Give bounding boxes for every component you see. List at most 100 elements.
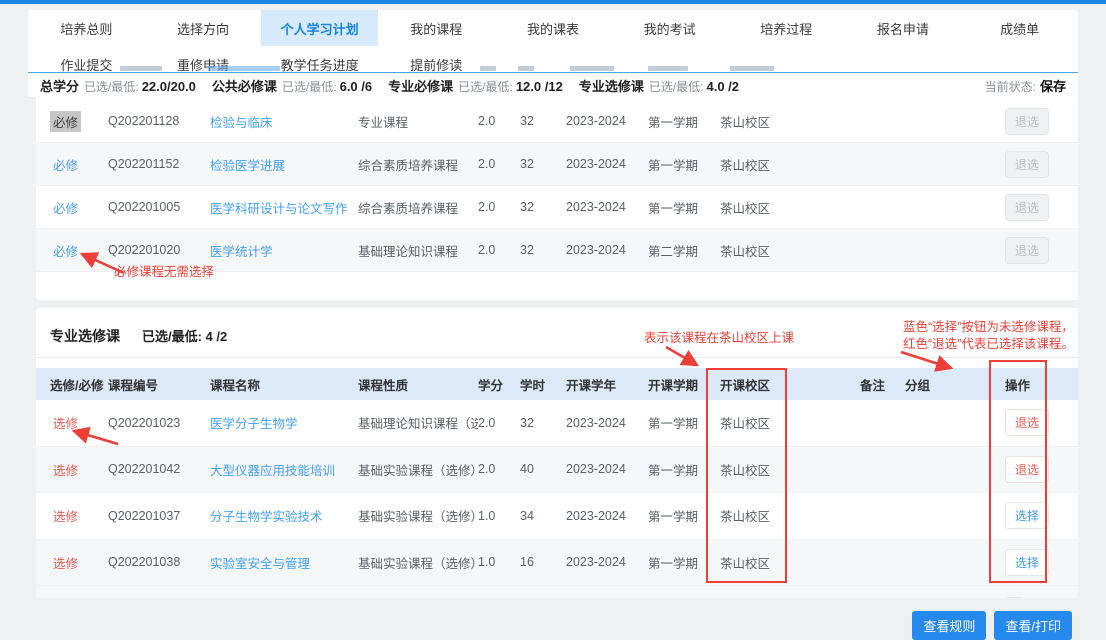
course-type: 必修	[53, 158, 79, 173]
course-action-button[interactable]: 退选	[1005, 193, 1050, 221]
course-year: 2023-2024	[566, 243, 626, 257]
course-campus: 茶山校区	[720, 510, 771, 525]
summary-public-required: 公共必修课 已选/最低: 6.0 /6	[211, 79, 373, 94]
summary-major-required: 专业必修课 已选/最低: 12.0 /12	[388, 79, 563, 94]
col-header-action: 操作	[1005, 378, 1031, 393]
course-code: Q202201020	[108, 243, 181, 257]
course-name-link[interactable]: 医学科研设计与论文写作	[210, 198, 358, 217]
course-campus: 茶山校区	[720, 463, 771, 478]
col-header-type: 选修/必修	[50, 378, 104, 393]
course-code: Q202201042	[108, 462, 181, 477]
course-type: 必修	[50, 110, 82, 132]
course-action-button[interactable]: 退选	[1005, 107, 1050, 135]
course-hours: 32	[520, 200, 534, 214]
course-term: 第一学期	[648, 510, 699, 525]
course-action-button[interactable]: 选择	[1005, 548, 1050, 576]
course-name-link[interactable]: 实验室安全与管理	[210, 553, 358, 572]
course-credit: 2.0	[478, 200, 496, 214]
course-row: 必修 Q202201128 检验与临床 专业课程 2.0 32 2023-202…	[36, 100, 1078, 143]
course-type: 选修	[53, 556, 79, 571]
course-year: 2023-2024	[566, 157, 626, 171]
course-row: 选修 Q202201042 大型仪器应用技能培训 基础实验课程（选修） 2.0 …	[36, 446, 1078, 493]
course-type: 选修	[53, 417, 79, 432]
credit-summary-bar: 总学分 已选/最低: 22.0/20.0 公共必修课 已选/最低: 6.0 /6 专业必…	[28, 74, 1078, 97]
course-credit: 2.0	[478, 462, 496, 477]
section-selected-min: 已选/最低: 4 /2	[142, 329, 228, 344]
tab-registration[interactable]: 报名申请	[845, 10, 962, 46]
nav-divider	[28, 72, 1078, 73]
elective-table-header: 选修/必修 课程编号 课程名称 课程性质 学分 学时 开课学年 开课学期 开课校…	[36, 368, 1078, 400]
course-term: 第一学期	[648, 556, 699, 571]
course-credit: 2.0	[478, 157, 496, 171]
course-row: 选修 Q202201037 分子生物学实验技术 基础实验课程（选修） 1.0 3…	[36, 493, 1078, 540]
tab-choose-direction[interactable]: 选择方向	[145, 10, 262, 46]
course-name-link[interactable]: 检验医学进展	[210, 155, 358, 174]
tab-my-courses[interactable]: 我的课程	[378, 10, 495, 46]
course-nature: 综合素质培养课程	[358, 201, 459, 216]
course-name-link[interactable]: 医学分子生物学	[210, 413, 358, 432]
course-campus: 茶山校区	[720, 201, 771, 216]
course-year: 2023-2024	[566, 415, 626, 430]
course-term: 第一学期	[648, 115, 699, 130]
course-action-button[interactable]: 退选	[1005, 455, 1050, 483]
course-credit: 2.0	[478, 415, 496, 430]
summary-total-credits: 总学分 已选/最低: 22.0/20.0	[40, 79, 196, 94]
course-credit: 2.0	[478, 114, 496, 128]
tab-my-timetable[interactable]: 我的课表	[495, 10, 612, 46]
course-campus: 茶山校区	[720, 244, 771, 259]
course-name-link[interactable]: 检验与临床	[210, 112, 358, 131]
tab-personal-study-plan[interactable]: 个人学习计划	[261, 10, 378, 46]
course-name-link[interactable]: 医学统计学	[210, 241, 358, 260]
course-nature: 基础理论知识课程	[358, 244, 459, 259]
course-term: 第一学期	[648, 158, 699, 173]
course-term: 第一学期	[648, 463, 699, 478]
course-term: 第二学期	[648, 244, 699, 259]
tab-transcript[interactable]: 成绩单	[961, 10, 1078, 46]
tab-my-exams[interactable]: 我的考试	[611, 10, 728, 46]
course-code: Q202201037	[108, 508, 181, 523]
course-name-link[interactable]: 分子生物学实验技术	[210, 506, 358, 525]
course-action-button[interactable]: 退选	[1005, 236, 1050, 264]
col-header-nature: 课程性质	[358, 378, 409, 393]
required-courses-table: 必修 Q202201128 检验与临床 专业课程 2.0 32 2023-202…	[36, 96, 1078, 300]
course-credit: 1.0	[478, 555, 496, 570]
course-row: 选修 Q202201038 实验室安全与管理 基础实验课程（选修） 1.0 16…	[36, 539, 1078, 586]
col-header-credit: 学分	[478, 378, 504, 393]
course-code: Q202201152	[108, 157, 180, 171]
nav-row-1: 培养总则 选择方向 个人学习计划 我的课程 我的课表 我的考试 培养过程 报名申…	[28, 10, 1078, 46]
course-type: 选修	[53, 510, 79, 525]
course-term: 第一学期	[648, 417, 699, 432]
course-term: 第一学期	[648, 201, 699, 216]
course-row: 选修 Q202201023 医学分子生物学 基础理论知识课程（选修） 2.0 3…	[36, 400, 1078, 447]
course-nature: 基础实验课程（选修）	[358, 463, 478, 478]
course-code: Q202201005	[108, 200, 181, 214]
course-action-button[interactable]: 退选	[1005, 150, 1050, 178]
col-header-year: 开课学年	[566, 378, 617, 393]
tab-training-rules[interactable]: 培养总则	[28, 10, 145, 46]
course-action-button[interactable]: 退选	[1005, 409, 1050, 437]
col-header-name: 课程名称	[210, 378, 261, 393]
course-nature: 专业课程	[358, 115, 409, 130]
course-hours: 16	[520, 555, 534, 570]
course-action-button[interactable]: 选择	[1005, 502, 1050, 530]
tab-training-process[interactable]: 培养过程	[728, 10, 845, 46]
course-hours: 32	[520, 243, 534, 257]
course-type: 必修	[53, 201, 79, 216]
course-code: Q202201023	[108, 415, 181, 430]
course-year: 2023-2024	[566, 114, 626, 128]
course-name-link[interactable]: 大型仪器应用技能培训	[210, 460, 358, 479]
col-header-code: 课程编号	[108, 378, 159, 393]
course-nature: 基础理论知识课程（选修）	[358, 417, 478, 432]
elective-section-header: 专业选修课 已选/最低: 4 /2	[36, 308, 1078, 358]
course-year: 2023-2024	[566, 200, 626, 214]
col-header-group: 分组	[905, 378, 931, 393]
elective-courses-section: 专业选修课 已选/最低: 4 /2 选修/必修 课程编号 课程名称 课程性质 学…	[36, 308, 1078, 598]
current-status: 当前状态: 保存	[984, 79, 1066, 94]
col-header-campus: 开课校区	[720, 378, 771, 393]
course-campus: 茶山校区	[720, 417, 771, 432]
course-nature: 综合素质培养课程	[358, 158, 459, 173]
top-accent-bar	[0, 0, 1106, 4]
course-campus: 茶山校区	[720, 115, 771, 130]
col-header-remark: 备注	[860, 378, 886, 393]
course-nature: 基础实验课程（选修）	[358, 510, 478, 525]
